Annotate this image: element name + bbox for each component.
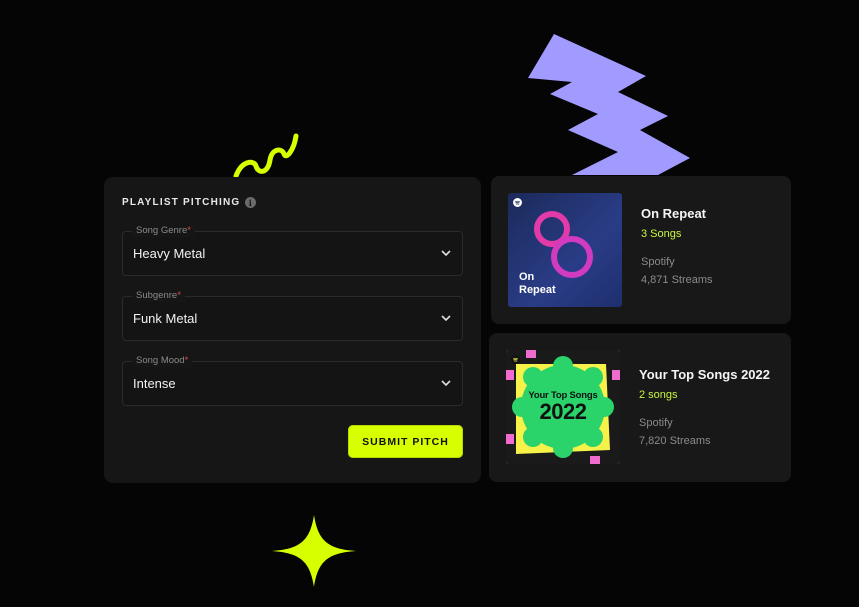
squiggle-decoration (233, 133, 299, 179)
chevron-down-icon (441, 250, 451, 257)
subgenre-select[interactable]: Subgenre* Funk Metal (122, 290, 463, 341)
sparkle-decoration (272, 515, 356, 587)
song-genre-label: Song Genre* (132, 225, 195, 237)
song-genre-select[interactable]: Song Genre* Heavy Metal (122, 225, 463, 276)
zigzag-decoration (528, 34, 690, 175)
playlist-card-top-songs-2022[interactable]: Your Top Songs 2022 Your Top Songs 2022 … (489, 333, 791, 482)
spotify-logo-icon (511, 355, 520, 364)
playlist-title: On Repeat (641, 206, 707, 221)
playlist-platform: Spotify (639, 417, 673, 429)
song-mood-select[interactable]: Song Mood* Intense (122, 355, 463, 406)
playlist-title: Your Top Songs 2022 (639, 367, 770, 382)
pitch-form-heading: PLAYLIST PITCHING i (122, 197, 257, 208)
subgenre-value: Funk Metal (133, 311, 198, 326)
song-mood-value: Intense (133, 376, 176, 391)
song-genre-value: Heavy Metal (133, 246, 206, 261)
playlist-info: On Repeat 3 Songs Spotify 4,871 Streams (641, 206, 713, 286)
on-repeat-cover: On Repeat (508, 193, 622, 307)
playlist-streams: 4,871 Streams (641, 274, 713, 286)
chevron-down-icon (441, 315, 451, 322)
playlist-streams: 7,820 Streams (639, 435, 711, 447)
top-songs-2022-cover: Your Top Songs 2022 (506, 350, 620, 464)
pitch-form-title: PLAYLIST PITCHING (122, 197, 241, 208)
cover-text-line2: 2022 (539, 399, 587, 424)
spotify-logo-icon (513, 198, 522, 207)
cover-text-line2: Repeat (519, 284, 556, 296)
playlist-song-count: 2 songs (639, 389, 678, 401)
playlist-info: Your Top Songs 2022 2 songs Spotify 7,82… (639, 367, 770, 447)
song-mood-label: Song Mood* (132, 355, 193, 367)
playlist-platform: Spotify (641, 256, 675, 268)
pitch-form-panel: PLAYLIST PITCHING i Song Genre* Heavy Me… (104, 177, 481, 483)
chevron-down-icon (441, 380, 451, 387)
submit-pitch-button[interactable]: SUBMIT PITCH (348, 425, 463, 458)
cover-text-line1: On (519, 271, 535, 283)
info-icon[interactable]: i (245, 197, 257, 208)
subgenre-label: Subgenre* (132, 290, 185, 302)
playlist-song-count: 3 Songs (641, 228, 682, 240)
playlist-card-on-repeat[interactable]: On Repeat On Repeat 3 Songs Spotify 4,87… (491, 176, 791, 324)
